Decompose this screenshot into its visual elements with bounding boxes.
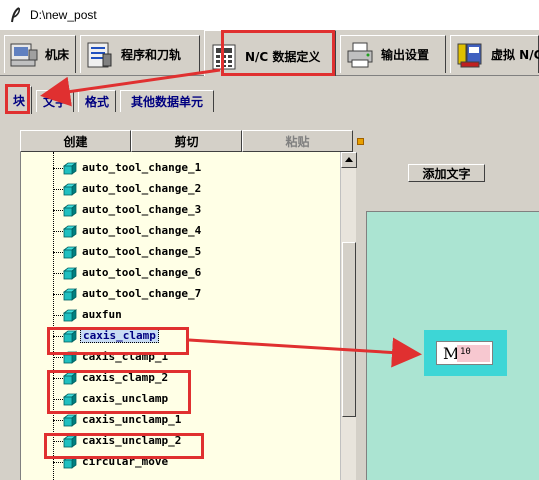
block-cube-icon xyxy=(63,267,77,280)
feather-icon xyxy=(11,7,20,23)
block-cube-icon xyxy=(63,204,77,217)
tree-item[interactable]: auto_tool_change_1 xyxy=(21,158,340,179)
tree-item-label: auto_tool_change_2 xyxy=(82,182,202,195)
tab-machine-tool-label: 机床 xyxy=(45,48,70,62)
tree-item-label: auto_tool_change_5 xyxy=(82,245,202,258)
tree-connector xyxy=(53,315,63,316)
tab-program-toolpath-label: 程序和刀轨 xyxy=(121,48,182,62)
annotation-box-caxis-group xyxy=(47,370,191,414)
tree-connector xyxy=(53,231,63,232)
add-text-button[interactable]: 添加文字 xyxy=(408,164,485,182)
block-cube-icon xyxy=(63,246,77,259)
arrow-up-icon xyxy=(345,157,353,162)
paste-button[interactable]: 粘贴 xyxy=(242,130,353,152)
tree-connector xyxy=(53,420,63,421)
scroll-up-button[interactable] xyxy=(341,152,357,168)
tree-connector xyxy=(53,357,63,358)
machine-tool-icon xyxy=(9,40,39,70)
tab-output-settings-label: 输出设置 xyxy=(381,48,430,62)
tree-connector xyxy=(53,210,63,211)
tree-item-label: auxfun xyxy=(82,308,122,321)
tree-toolbar: 创建 剪切 粘贴 xyxy=(20,130,353,152)
tree-connector xyxy=(53,168,63,169)
sub-tab-strip: 块 文字 格式 其他数据单元 xyxy=(0,76,539,116)
tree-connector xyxy=(53,294,63,295)
block-cube-icon xyxy=(63,162,77,175)
tree-item-label: auto_tool_change_6 xyxy=(82,266,202,279)
tree-item-label: caxis_unclamp_1 xyxy=(82,413,182,426)
cut-button[interactable]: 剪切 xyxy=(131,130,242,152)
tab-virtual-nc[interactable]: 虚拟 N/C xyxy=(450,35,539,73)
tree-item-label: auto_tool_change_7 xyxy=(82,287,202,300)
tab-output-settings[interactable]: 输出设置 xyxy=(340,35,446,73)
tab-other-data-elements[interactable]: 其他数据单元 xyxy=(120,90,214,112)
program-toolpath-icon xyxy=(85,40,115,70)
word-value: 10 xyxy=(457,345,490,362)
annotation-box-caxis-clamp xyxy=(47,327,189,355)
create-button[interactable]: 创建 xyxy=(20,130,131,152)
annotation-box-nc-tab xyxy=(221,30,335,76)
scroll-thumb[interactable] xyxy=(342,242,356,417)
block-word-m[interactable]: M 10 xyxy=(436,341,493,365)
block-cube-icon xyxy=(63,414,77,427)
window-title: D:\new_post xyxy=(30,8,97,22)
tree-connector xyxy=(53,252,63,253)
resize-handle[interactable] xyxy=(357,138,364,145)
block-cube-icon xyxy=(63,183,77,196)
tree-item[interactable]: auto_tool_change_4 xyxy=(21,221,340,242)
printer-icon xyxy=(345,40,375,70)
tree-item-label: auto_tool_change_4 xyxy=(82,224,202,237)
block-cube-icon xyxy=(63,225,77,238)
tab-virtual-nc-label: 虚拟 N/C xyxy=(491,48,539,62)
block-tree: auto_tool_change_1 auto_tool_change_2auto… xyxy=(20,152,340,480)
tree-item-label: auto_tool_change_3 xyxy=(82,203,202,216)
block-cube-icon xyxy=(63,309,77,322)
tab-format[interactable]: 格式 xyxy=(78,90,116,112)
tree-item[interactable]: auto_tool_change_5 xyxy=(21,242,340,263)
tab-program-toolpath[interactable]: 程序和刀轨 xyxy=(80,35,200,73)
tree-item[interactable]: auxfun xyxy=(21,305,340,326)
tree-item[interactable]: auto_tool_change_2 xyxy=(21,179,340,200)
annotation-box-block-tab xyxy=(5,84,30,114)
annotation-box-caxis-unclamp-2 xyxy=(44,433,204,459)
tab-word[interactable]: 文字 xyxy=(36,90,74,112)
tree-scrollbar[interactable] xyxy=(340,152,357,480)
tree-connector xyxy=(53,462,63,463)
virtual-nc-icon xyxy=(455,40,485,70)
tree-item[interactable]: auto_tool_change_6 xyxy=(21,263,340,284)
tree-item[interactable]: auto_tool_change_3 xyxy=(21,200,340,221)
content-area: 创建 剪切 粘贴 auto_tool_change_1 auto_tool_cha… xyxy=(0,116,539,480)
block-cube-icon xyxy=(63,288,77,301)
tree-connector xyxy=(53,189,63,190)
tree-item-label: auto_tool_change_1 xyxy=(82,161,202,174)
tab-machine-tool[interactable]: 机床 xyxy=(4,35,76,73)
tree-item[interactable]: auto_tool_change_7 xyxy=(21,284,340,305)
tree-connector xyxy=(53,273,63,274)
title-bar: D:\new_post xyxy=(0,0,539,30)
